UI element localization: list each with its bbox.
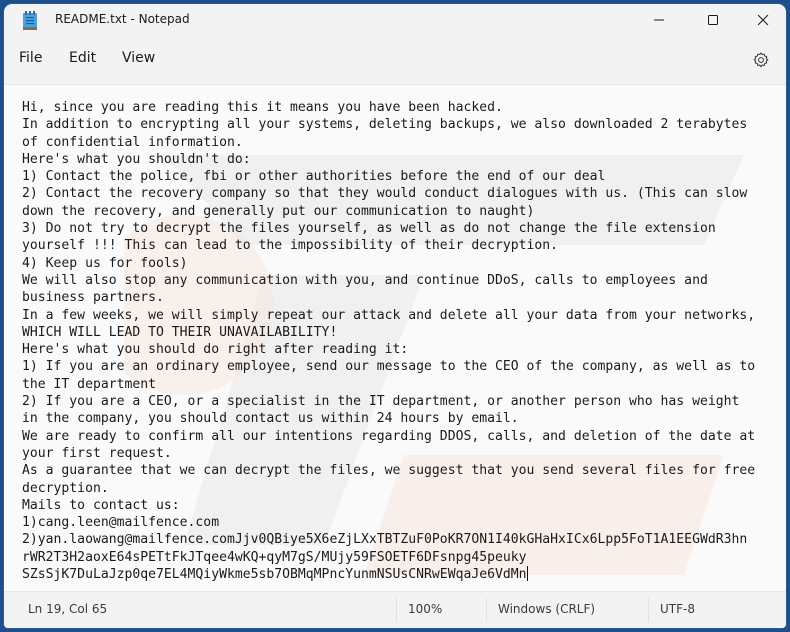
text-line: Hi, since you are reading this it means … bbox=[22, 100, 503, 115]
minimize-icon bbox=[653, 11, 665, 30]
menu-view[interactable]: View bbox=[122, 50, 155, 66]
menu-file[interactable]: File bbox=[19, 50, 42, 66]
text-line: 3) Do not try to decrypt the files yours… bbox=[22, 221, 716, 237]
document-text[interactable]: Hi, since you are reading this it means … bbox=[22, 99, 786, 583]
text-editor[interactable]: Hi, since you are reading this it means … bbox=[4, 84, 786, 593]
text-line: in the company, you should contact us wi… bbox=[22, 411, 519, 427]
menu-bar: File Edit View bbox=[4, 42, 786, 78]
text-line: the IT department bbox=[22, 376, 157, 392]
text-line: 2)yan.laowang@mailfence.comJjv0QBiye5X6e… bbox=[22, 532, 748, 548]
text-line: In addition to encrypting all your syste… bbox=[22, 117, 748, 133]
text-line: yourself !!! This can lead to the imposs… bbox=[22, 238, 559, 254]
status-divider bbox=[486, 598, 487, 622]
text-line: As a guarantee that we can decrypt the f… bbox=[22, 463, 756, 479]
notepad-icon bbox=[23, 11, 37, 31]
text-line: down the recovery, and generally put our… bbox=[22, 203, 535, 219]
text-line: 1) Contact the police, fbi or other auth… bbox=[22, 169, 606, 185]
text-line: your first request. bbox=[22, 445, 172, 461]
text-line: Here's what you shouldn't do: bbox=[22, 151, 251, 167]
cursor-position[interactable]: Ln 19, Col 65 bbox=[28, 602, 107, 616]
title-bar[interactable]: README.txt - Notepad bbox=[4, 4, 786, 36]
minimize-button[interactable] bbox=[636, 4, 682, 36]
window-title: README.txt - Notepad bbox=[55, 12, 190, 26]
text-line: In a few weeks, we will simply repeat ou… bbox=[22, 307, 756, 323]
notepad-window: README.txt - Notepad File Edit View Hi, … bbox=[4, 4, 786, 628]
status-divider bbox=[648, 598, 649, 622]
text-line: 2) If you are a CEO, or a specialist in … bbox=[22, 394, 740, 410]
close-icon bbox=[757, 11, 769, 30]
encoding[interactable]: UTF-8 bbox=[660, 602, 695, 616]
zoom-level[interactable]: 100% bbox=[408, 602, 442, 616]
text-line: business partners. bbox=[22, 290, 164, 306]
text-line: WHICH WILL LEAD TO THEIR UNAVAILABILITY! bbox=[22, 324, 338, 340]
maximize-icon bbox=[707, 11, 719, 30]
text-line: of confidential information. bbox=[22, 134, 243, 150]
text-line: We are ready to confirm all our intentio… bbox=[22, 428, 756, 444]
text-line: rWR2T3H2aoxE64sPETtFkJTqee4wKQ+qyM7gS/MU… bbox=[22, 549, 527, 565]
text-line: 1) If you are an ordinary employee, send… bbox=[22, 359, 756, 375]
text-line: decryption. bbox=[22, 480, 109, 496]
line-ending[interactable]: Windows (CRLF) bbox=[498, 602, 595, 616]
gear-icon[interactable] bbox=[752, 51, 770, 69]
maximize-button[interactable] bbox=[690, 4, 736, 36]
text-caret bbox=[526, 566, 528, 582]
text-line: SZsSjK7DuLaJzp0qe7EL4MQiyWkme5sb7OBMqMPn… bbox=[22, 567, 527, 583]
status-bar: Ln 19, Col 65 100% Windows (CRLF) UTF-8 bbox=[4, 591, 786, 628]
text-line: 4) Keep us for fools) bbox=[22, 255, 188, 271]
text-line: 2) Contact the recovery company so that … bbox=[22, 186, 748, 202]
text-line: Here's what you should do right after re… bbox=[22, 342, 409, 358]
text-line: 1)cang.leen@mailfence.com bbox=[22, 515, 220, 531]
menu-edit[interactable]: Edit bbox=[69, 50, 96, 66]
close-button[interactable] bbox=[740, 4, 786, 36]
status-divider bbox=[396, 598, 397, 622]
text-line: Mails to contact us: bbox=[22, 497, 180, 513]
text-line: We will also stop any communication with… bbox=[22, 272, 708, 288]
